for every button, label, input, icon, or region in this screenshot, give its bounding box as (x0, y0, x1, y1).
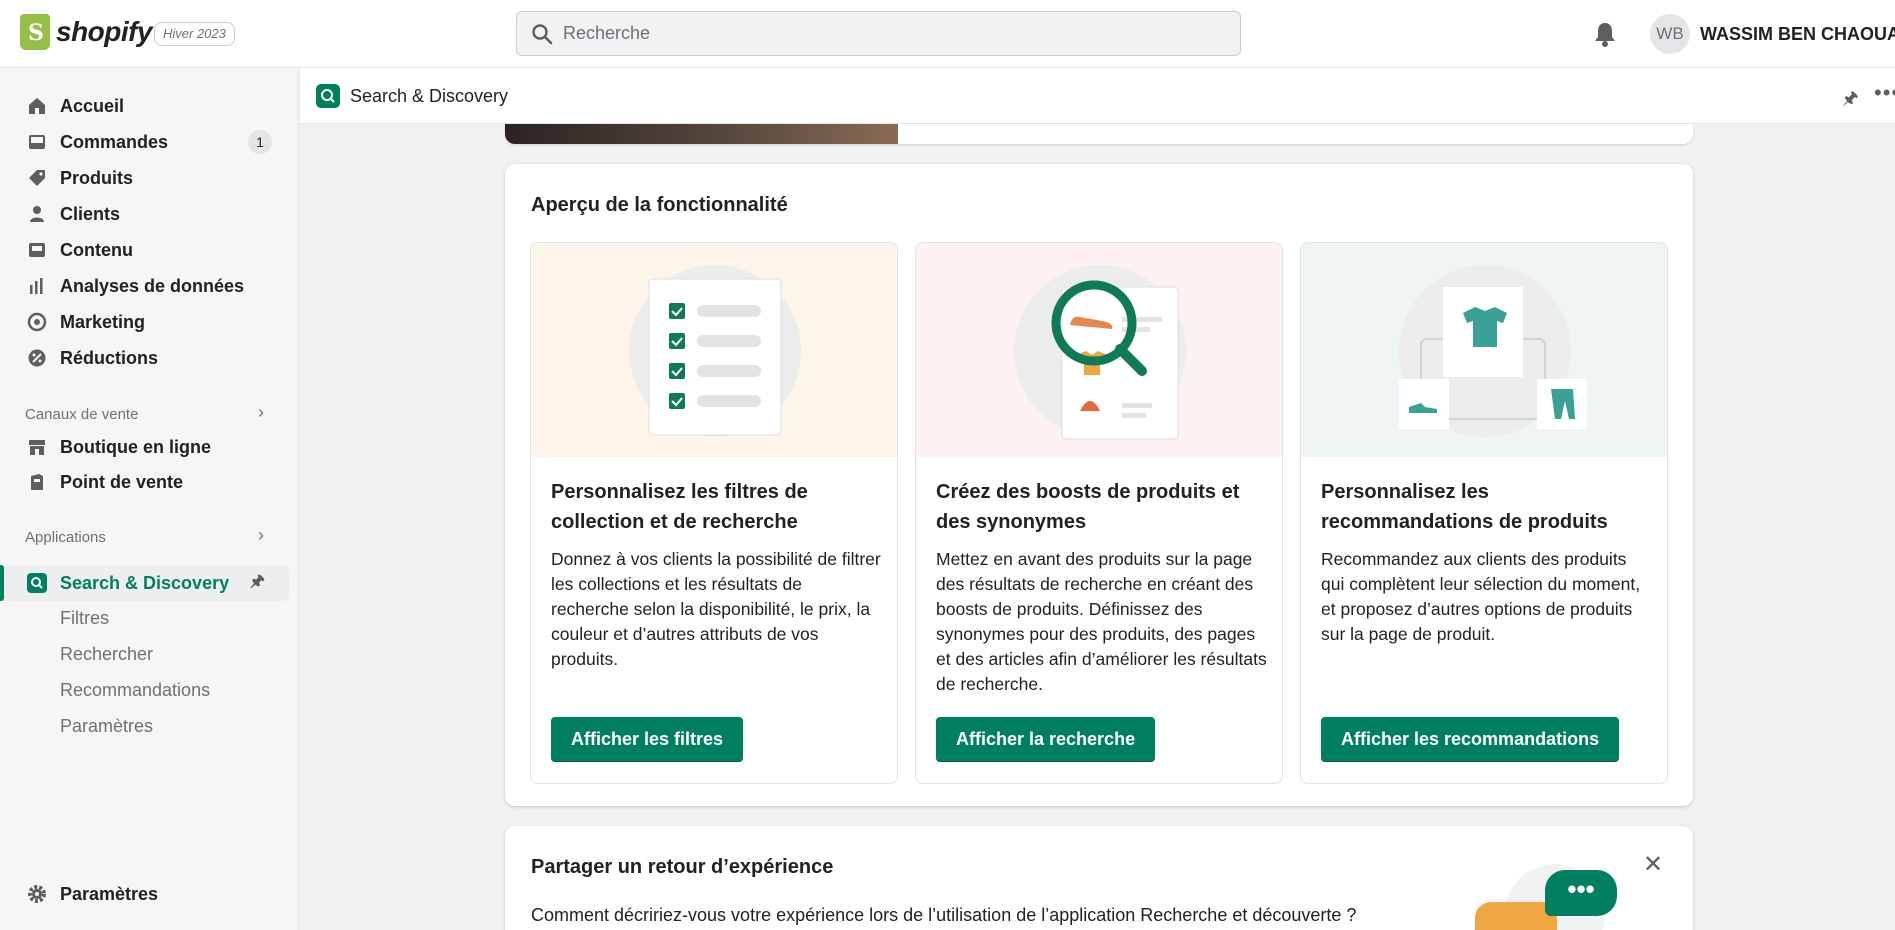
recommendations-illustration (1301, 243, 1667, 457)
sidebar-item-label: Contenu (60, 239, 133, 260)
feature-card-recommendations: Personnalisez les recommandations de pro… (1300, 242, 1668, 784)
home-icon (26, 95, 48, 117)
sidebar-subitem-filtres[interactable]: Filtres (60, 608, 109, 629)
sidebar-item-label: Réductions (60, 347, 159, 368)
feedback-title: Partager un retour d’expérience (531, 856, 834, 878)
sidebar-item-contenu[interactable]: Contenu (0, 232, 289, 268)
feature-title: Personnalisez les recommandations de pro… (1321, 481, 1608, 533)
notification-bell-icon[interactable] (1592, 20, 1618, 48)
search-bar[interactable] (516, 11, 1241, 56)
sidebar-subitem-recommandations[interactable]: Recommandations (60, 680, 210, 701)
feature-card-search: Créez des boosts de produits et des syno… (915, 242, 1283, 784)
feature-description: Recommandez aux clients des produits qui… (1321, 549, 1641, 644)
search-icon (532, 24, 553, 45)
pin-icon[interactable]: 🖈 (250, 570, 265, 597)
card-title: Aperçu de la fonctionnalité (531, 194, 788, 216)
sidebar-subitem-parametres[interactable]: Paramètres (60, 716, 153, 737)
sidebar-item-settings[interactable]: Paramètres (0, 876, 289, 912)
more-actions-button[interactable]: ••• (1874, 80, 1895, 106)
avatar[interactable]: WB (1650, 14, 1690, 54)
search-illustration (916, 243, 1282, 457)
sidebar-item-clients[interactable]: Clients (0, 196, 289, 232)
view-recommendations-button[interactable]: Afficher les recommandations (1321, 717, 1620, 762)
sidebar-item-produits[interactable]: Produits (0, 160, 289, 196)
previous-card-bottom (505, 124, 1693, 144)
sidebar-item-label: Paramètres (60, 883, 159, 904)
sidebar-item-label: Marketing (60, 311, 146, 332)
person-icon (26, 203, 48, 225)
apps-heading[interactable]: Applications (25, 529, 106, 546)
sidebar-item-label: Search & Discovery (60, 572, 230, 593)
feedback-card: Partager un retour d’expérience Comment … (505, 826, 1693, 930)
top-bar: shopify Hiver 2023 WB WASSIM BEN CHAOUA.… (0, 0, 1895, 68)
banner-image (505, 124, 898, 144)
sidebar-item-label: Analyses de données (60, 275, 245, 296)
sidebar-item-point-de-vente[interactable]: Point de vente (0, 464, 289, 500)
sidebar-item-analyses[interactable]: Analyses de données (0, 268, 289, 304)
feature-title: Personnalisez les filtres de collection … (551, 481, 808, 533)
sidebar-item-label: Accueil (60, 95, 125, 116)
sidebar-item-label: Commandes (60, 131, 169, 152)
target-icon (26, 311, 48, 333)
filters-illustration (531, 243, 897, 457)
search-discovery-icon (26, 572, 48, 594)
sidebar-item-commandes[interactable]: Commandes 1 (0, 124, 289, 160)
feature-description: Mettez en avant des produits sur la page… (936, 549, 1267, 694)
feature-title: Créez des boosts de produits et des syno… (936, 481, 1240, 533)
sidebar: Accueil Commandes 1 Produits Clients Con… (0, 68, 299, 930)
view-filters-button[interactable]: Afficher les filtres (551, 717, 744, 762)
sidebar-item-boutique[interactable]: Boutique en ligne (0, 429, 289, 465)
pos-icon (26, 471, 48, 493)
pin-icon[interactable]: 🖈 (1842, 86, 1859, 116)
logo-text: shopify (56, 16, 153, 47)
sidebar-item-label: Clients (60, 203, 121, 224)
sidebar-item-accueil[interactable]: Accueil (0, 88, 289, 124)
search-input[interactable] (563, 12, 1223, 55)
sidebar-subitem-rechercher[interactable]: Rechercher (60, 644, 153, 665)
search-discovery-app-icon (316, 84, 340, 108)
feature-description: Donnez à vos clients la possibilité de f… (551, 549, 881, 669)
app-title: Search & Discovery (350, 86, 509, 106)
shopify-logo[interactable]: shopify (20, 14, 153, 50)
store-icon (26, 436, 48, 458)
orders-count-badge: 1 (248, 130, 272, 154)
feature-overview-card: Aperçu de la fonctionnalité Personnalise… (505, 164, 1693, 806)
chevron-right-icon[interactable]: › (258, 402, 264, 423)
discount-icon (26, 347, 48, 369)
sidebar-item-label: Point de vente (60, 471, 184, 492)
user-name[interactable]: WASSIM BEN CHAOUA... (1700, 24, 1895, 45)
chat-bubble-icon: ••• (1545, 870, 1617, 916)
gear-icon (26, 883, 48, 905)
close-icon[interactable]: ✕ (1643, 850, 1663, 879)
feedback-question: Comment décririez-vous votre expérience … (531, 905, 1357, 925)
view-search-button[interactable]: Afficher la recherche (936, 717, 1156, 762)
sidebar-item-label: Produits (60, 167, 134, 188)
sidebar-item-marketing[interactable]: Marketing (0, 304, 289, 340)
chevron-right-icon[interactable]: › (258, 525, 264, 546)
sidebar-item-label: Boutique en ligne (60, 436, 211, 457)
sidebar-item-search-discovery[interactable]: Search & Discovery 🖈 (0, 565, 289, 601)
sidebar-item-reductions[interactable]: Réductions (0, 340, 289, 376)
feature-card-filters: Personnalisez les filtres de collection … (530, 242, 898, 784)
sales-channels-heading[interactable]: Canaux de vente (25, 406, 138, 423)
inbox-icon (26, 131, 48, 153)
shopify-bag-icon (20, 14, 50, 50)
app-header: Search & Discovery 🖈 ••• (300, 68, 1895, 124)
bar-chart-icon (26, 275, 48, 297)
content-icon (26, 239, 48, 261)
edition-badge: Hiver 2023 (154, 22, 235, 46)
tag-icon (26, 167, 48, 189)
